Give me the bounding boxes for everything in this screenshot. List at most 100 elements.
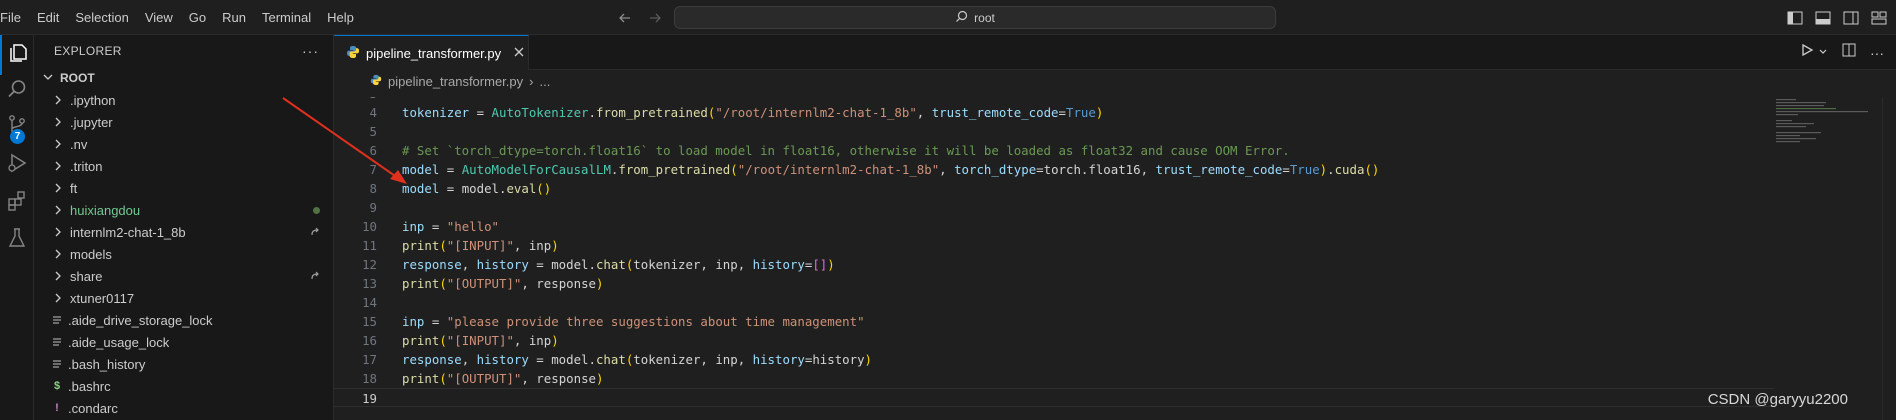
more-actions-icon[interactable]: ··· [302, 43, 319, 59]
run-python-file-icon[interactable] [1800, 43, 1814, 62]
line-number: 14 [362, 295, 377, 310]
code-line: 19 [334, 388, 1774, 407]
tab-pipeline-transformer[interactable]: pipeline_transformer.py [334, 35, 529, 70]
menu-view[interactable]: View [137, 0, 181, 35]
toggle-panel-icon[interactable] [1814, 9, 1832, 27]
code-token: , [939, 162, 955, 177]
toggle-secondary-sidebar-icon[interactable] [1842, 9, 1860, 27]
code-line: 4 tokenizer = AutoTokenizer.from_pretrain… [334, 103, 1774, 122]
activity-explorer[interactable] [0, 35, 34, 75]
folder-item[interactable]: huixiangdou [34, 199, 333, 221]
file-item[interactable]: .aide_usage_lock [34, 331, 333, 353]
code-token: ( [730, 162, 738, 177]
toggle-primary-sidebar-icon[interactable] [1786, 9, 1804, 27]
activity-testing[interactable] [0, 220, 34, 260]
more-actions-icon[interactable]: ··· [1870, 45, 1884, 61]
explorer-sidebar: EXPLORER ··· ROOT .ipython .jupyter .nv .tr… [34, 35, 334, 420]
code-token: from_pretrained [595, 105, 708, 120]
code-token: chat [595, 352, 626, 367]
menu-run[interactable]: Run [214, 0, 254, 35]
tab-label: pipeline_transformer.py [366, 45, 502, 61]
menu-go[interactable]: Go [181, 0, 214, 35]
menu-help[interactable]: Help [319, 0, 362, 35]
tree-item-label: .ipython [70, 92, 116, 108]
code-token: "/root/internlm2-chat-1_8b" [737, 162, 940, 177]
line-source: model = AutoModelForCausalLM.from_pretra… [402, 160, 1379, 179]
watermark-text: CSDN @garyyu2200 [1707, 391, 1848, 408]
file-item[interactable]: .bash_history [34, 353, 333, 375]
code-token: ( [439, 333, 447, 348]
code-token: "/root/internlm2-chat-1_8b" [715, 105, 917, 120]
code-editor[interactable]: 3 4tokenizer = AutoTokenizer.from_pretra… [334, 97, 1774, 407]
code-token: = [424, 314, 447, 329]
code-line: 15 inp = "please provide three suggestion… [334, 312, 1774, 331]
line-number: 11 [362, 238, 377, 253]
code-token: eval [506, 181, 537, 196]
code-token: response [402, 257, 462, 272]
activity-source-control[interactable]: 7 [0, 107, 34, 147]
code-line: 17 response, history = model.chat(tokeniz… [334, 350, 1774, 369]
minimap[interactable] [1774, 97, 1884, 217]
line-number: 18 [362, 371, 377, 386]
code-token: ( [439, 276, 447, 291]
code-token: chat [595, 257, 626, 272]
chevron-right-icon [50, 221, 66, 243]
code-token: # Set `torch_dtype=torch.float16` to loa… [402, 143, 1290, 158]
code-token: response [402, 352, 462, 367]
file-item[interactable]: ! .condarc [34, 397, 333, 419]
code-token: , response [521, 276, 596, 291]
forward-arrow-icon[interactable] [645, 8, 665, 28]
back-arrow-icon[interactable] [615, 8, 635, 28]
code-token: , inp [513, 333, 552, 348]
code-token: ) [1319, 162, 1328, 177]
chevron-down-icon[interactable] [1818, 44, 1828, 62]
code-line: 16 print("[INPUT]", inp) [334, 331, 1774, 350]
breadcrumb: pipeline_transformer.py › ... [334, 70, 1896, 92]
breadcrumb-file[interactable]: pipeline_transformer.py [388, 74, 523, 89]
code-token: AutoModelForCausalLM [461, 162, 611, 177]
code-token: tokenizer, inp, [633, 257, 753, 272]
line-number: 17 [362, 352, 377, 367]
modified-dot-icon [313, 199, 320, 221]
breadcrumb-separator: › [529, 73, 534, 89]
folder-item[interactable]: models [34, 243, 333, 265]
symlink-icon [310, 265, 320, 287]
folder-item[interactable]: xtuner0117 [34, 287, 333, 309]
code-token: , [461, 352, 477, 367]
line-source: response, history = model.chat(tokenizer… [402, 350, 872, 369]
run-debug-icon [6, 152, 28, 179]
split-editor-icon[interactable] [1842, 43, 1856, 62]
close-icon[interactable] [513, 46, 525, 61]
root-folder-header[interactable]: ROOT [34, 67, 333, 89]
menu-edit[interactable]: Edit [29, 0, 67, 35]
file-item[interactable]: $ .bashrc [34, 375, 333, 397]
file-item[interactable]: .aide_drive_storage_lock [34, 309, 333, 331]
line-number: 12 [362, 257, 377, 272]
line-number: 19 [362, 391, 377, 406]
activity-extensions[interactable] [0, 183, 34, 223]
folder-item[interactable]: share [34, 265, 333, 287]
activity-search[interactable] [0, 71, 34, 111]
editor-actions: ··· [1800, 35, 1884, 70]
editor-area: pipeline_transformer.py ··· pipeline_tra… [334, 35, 1896, 420]
chevron-right-icon [50, 287, 66, 309]
code-token: = model. [528, 352, 596, 367]
customize-layout-icon[interactable] [1870, 9, 1888, 27]
line-source: print("[OUTPUT]", response) [402, 274, 603, 293]
tree-item-label: internlm2-chat-1_8b [70, 224, 186, 240]
line-source: inp = "please provide three suggestions … [402, 312, 865, 331]
breadcrumb-symbols[interactable]: ... [539, 74, 550, 89]
tree-item-label: xtuner0117 [70, 290, 135, 306]
activity-run-debug[interactable] [0, 145, 34, 185]
tree-item-label: .nv [70, 136, 88, 152]
code-token: history [752, 257, 805, 272]
folder-item[interactable]: internlm2-chat-1_8b [34, 221, 333, 243]
menu-file[interactable]: File [0, 0, 29, 35]
tree-item-label: huixiangdou [70, 202, 141, 218]
code-token: trust_remote_code [931, 105, 1059, 120]
code-token: ( [439, 371, 447, 386]
menu-terminal[interactable]: Terminal [254, 0, 319, 35]
command-center-search[interactable]: root [674, 6, 1276, 29]
menu-selection[interactable]: Selection [67, 0, 136, 35]
vertical-scrollbar[interactable] [1882, 97, 1896, 420]
